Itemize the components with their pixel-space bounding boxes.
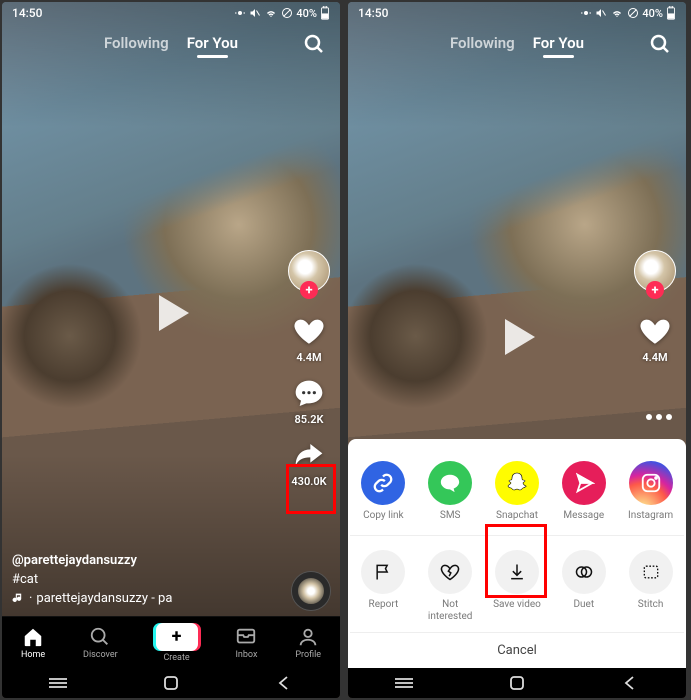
bottom-nav: Home Discover + Create Inbox Profile [2,616,340,668]
status-bar: 14:50 40% [2,2,340,24]
nav-home[interactable]: Home [21,626,45,660]
no-data-icon [627,7,639,19]
more-button[interactable] [642,400,676,434]
profile-icon [297,626,319,648]
caption-username[interactable]: @parettejaydansuzzy [12,553,172,568]
android-nav-bar [348,668,686,698]
heart-icon [638,314,672,348]
no-data-icon [281,7,293,19]
android-recents[interactable] [38,675,78,691]
battery-icon [666,6,676,20]
broken-heart-icon [428,550,472,594]
share-cancel[interactable]: Cancel [350,632,684,660]
battery-percentage: 40% [296,7,317,20]
search-icon [648,32,672,56]
like-count: 4.4M [296,351,321,364]
android-back[interactable] [610,675,650,691]
play-button[interactable] [147,285,195,345]
battery-percentage: 40% [642,7,663,20]
vpn-icon [234,7,246,19]
share-report[interactable]: Report [352,550,414,622]
android-recents[interactable] [384,675,424,691]
share-not-interested[interactable]: Not interested [419,550,481,622]
play-icon [493,309,541,365]
snapchat-icon [495,461,539,505]
create-icon: + [156,623,198,651]
sms-icon [428,461,472,505]
play-button[interactable] [493,309,541,369]
follow-button[interactable]: + [300,281,318,299]
tab-following[interactable]: Following [104,34,169,52]
like-button[interactable]: 4.4M [638,314,672,364]
home-icon [22,626,44,648]
share-row-apps: Copy link SMS Snapchat Message [350,457,684,532]
share-snapchat[interactable]: Snapchat [486,461,548,522]
nav-discover[interactable]: Discover [83,626,118,660]
annotation-save-highlight [485,524,547,598]
comment-icon [293,378,325,410]
message-icon [562,461,606,505]
feed-tabs: Following For You [2,24,340,58]
status-bar: 14:50 40% [348,2,686,24]
share-duet[interactable]: Duet [553,550,615,622]
share-sms[interactable]: SMS [419,461,481,522]
caption-hashtag[interactable]: #cat [12,572,172,587]
wifi-icon [610,7,624,19]
mute-icon [595,7,607,19]
heart-icon [292,314,326,348]
stitch-icon [629,550,673,594]
video-caption: @parettejaydansuzzy #cat · parettejaydan… [12,553,172,610]
mute-icon [249,7,261,19]
share-copylink[interactable]: Copy link [352,461,414,522]
author-avatar[interactable]: + [288,250,330,292]
comment-button[interactable]: 85.2K [293,378,325,426]
play-icon [147,285,195,341]
flag-icon [361,550,405,594]
nav-profile[interactable]: Profile [295,626,321,660]
follow-button[interactable]: + [646,281,664,299]
android-nav-bar [2,668,340,698]
dots-icon [644,412,674,422]
status-indicators: 40% [580,6,676,20]
sound-disc[interactable] [292,572,330,610]
status-time: 14:50 [12,6,42,20]
side-action-bar: + 4.4M [634,250,676,378]
search-button[interactable] [648,32,672,60]
annotation-share-highlight [286,464,336,514]
duet-icon [562,550,606,594]
status-time: 14:50 [358,6,388,20]
status-indicators: 40% [234,6,330,20]
tab-foryou[interactable]: For You [533,34,584,52]
comment-count: 85.2K [295,413,324,426]
search-button[interactable] [302,32,326,60]
discover-icon [89,626,111,648]
android-back[interactable] [264,675,304,691]
battery-icon [320,6,330,20]
android-home[interactable] [497,675,537,691]
android-home[interactable] [151,675,191,691]
wifi-icon [264,7,278,19]
like-count: 4.4M [642,351,667,364]
share-stitch[interactable]: Stitch [620,550,682,622]
music-note-icon [12,592,25,605]
phone-left: 14:50 40% Following For You + 4.4M [2,2,340,698]
share-message[interactable]: Message [553,461,615,522]
tab-foryou[interactable]: For You [187,34,238,52]
search-icon [302,32,326,56]
tab-following[interactable]: Following [450,34,515,52]
vpn-icon [580,7,592,19]
inbox-icon [235,626,257,648]
phone-right: 14:50 40% Following For You + 4.4M [348,2,686,698]
nav-create[interactable]: + Create [156,623,198,663]
share-instagram[interactable]: Instagram [620,461,682,522]
nav-inbox[interactable]: Inbox [235,626,257,660]
like-button[interactable]: 4.4M [292,314,326,364]
instagram-icon [629,461,673,505]
link-icon [361,461,405,505]
feed-tabs: Following For You [348,24,686,58]
author-avatar[interactable]: + [634,250,676,292]
caption-music[interactable]: · parettejaydansuzzy - pa [12,591,172,606]
